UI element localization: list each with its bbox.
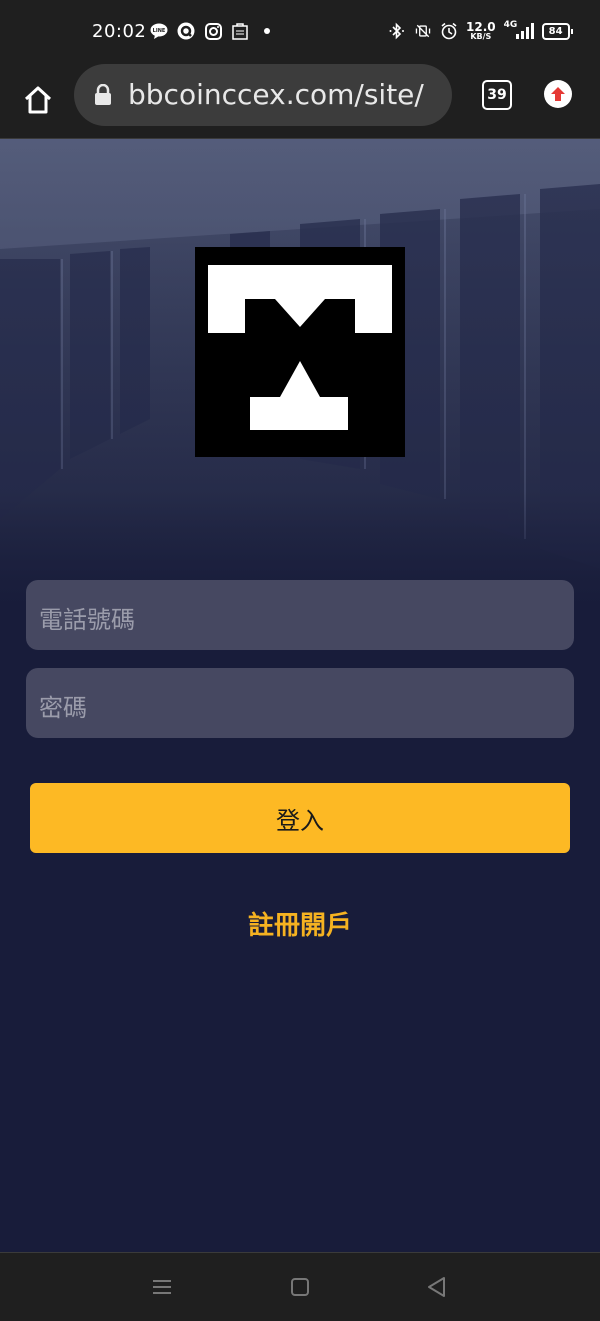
status-right-icons: 12.0 KB/S 4G 84 — [388, 20, 573, 41]
url-text: bbcoinccex.com/site/ — [128, 78, 424, 111]
page-content: 電話號碼 密碼 登入 註冊開戶 — [0, 139, 600, 1252]
system-navigation-bar — [0, 1252, 600, 1321]
status-left-icons: LINE — [150, 22, 276, 40]
home-button[interactable] — [18, 80, 58, 120]
password-field[interactable]: 密碼 — [26, 668, 574, 738]
back-triangle-icon — [428, 1277, 445, 1297]
menu-button[interactable] — [150, 1275, 174, 1299]
back-button[interactable] — [424, 1275, 448, 1299]
alarm-icon — [440, 22, 458, 40]
shopping-bag-icon — [231, 22, 249, 40]
home-nav-button[interactable] — [288, 1275, 312, 1299]
status-bar: 20:02 LINE 12.0 KB/S 4G 84 — [0, 0, 600, 64]
login-button[interactable]: 登入 — [30, 783, 570, 853]
vibrate-off-icon — [414, 22, 432, 40]
instagram-icon — [204, 22, 222, 40]
phone-field[interactable]: 電話號碼 — [26, 580, 574, 650]
tab-switcher-button[interactable]: 39 — [482, 80, 512, 110]
brand-logo — [195, 247, 405, 457]
svg-text:LINE: LINE — [153, 28, 166, 34]
password-placeholder: 密碼 — [39, 694, 87, 722]
square-icon — [291, 1278, 309, 1296]
status-time: 20:02 — [92, 21, 147, 42]
battery-indicator: 84 — [541, 22, 573, 40]
bluetooth-icon — [388, 22, 406, 40]
net-speed-unit: KB/S — [470, 32, 492, 41]
home-icon — [24, 86, 52, 114]
register-link[interactable]: 註冊開戶 — [0, 905, 600, 942]
menu-icon — [153, 1280, 171, 1294]
signal-icon: 4G — [503, 20, 534, 40]
q-icon — [177, 22, 195, 40]
phone-placeholder: 電話號碼 — [39, 606, 135, 634]
update-button[interactable] — [544, 80, 572, 108]
update-arrow-icon — [551, 87, 565, 101]
browser-toolbar: bbcoinccex.com/site/ 39 — [0, 64, 600, 139]
network-type: 4G — [503, 20, 518, 30]
line-icon: LINE — [150, 22, 168, 40]
address-bar[interactable]: bbcoinccex.com/site/ — [74, 64, 452, 126]
lock-icon — [94, 83, 112, 110]
dot-icon — [258, 22, 276, 40]
net-speed: 12.0 KB/S — [466, 21, 496, 41]
